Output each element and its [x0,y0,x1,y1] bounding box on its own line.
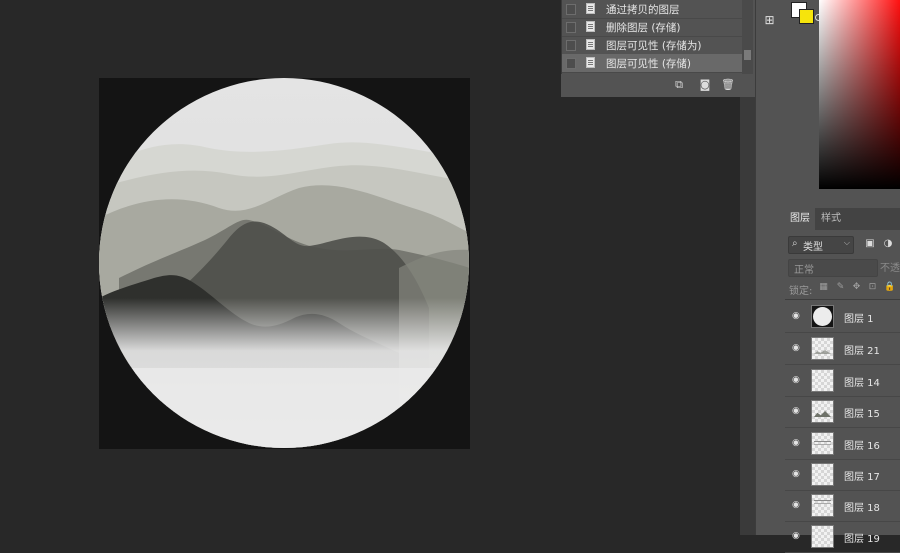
document-canvas[interactable] [99,78,470,449]
layer-name: 图层 1 [844,314,874,325]
history-item-label: 删除图层 (存储) [606,22,681,34]
lock-all-icon[interactable]: 🔒 [884,282,895,293]
layer-name: 图层 17 [844,472,880,483]
layer-row[interactable]: ◉ 图层 1 [785,301,900,333]
document-icon [586,3,595,14]
layer-row[interactable]: ◉ 图层 16 [785,428,900,460]
camera-icon[interactable]: ◙ [698,78,712,92]
color-picker-field[interactable] [819,0,900,189]
scroll-thumb[interactable] [744,50,751,60]
opacity-label: 不透 [880,263,900,274]
layer-thumbnail [811,400,834,423]
history-checkbox[interactable] [566,22,576,33]
tab-layers[interactable]: 图层 [785,208,815,230]
layer-row[interactable]: ◉ 图层 15 [785,396,900,428]
history-footer: ⧉ ◙ 🗑 [561,74,755,97]
eye-icon[interactable]: ◉ [792,500,802,510]
history-checkbox[interactable] [566,40,576,51]
layer-name: 图层 16 [844,441,880,452]
layer-name: 图层 14 [844,378,880,389]
layer-row[interactable]: ◉ 图层 18 [785,490,900,522]
divider [785,299,900,300]
adjustment-filter-icon[interactable]: ◑ [882,238,894,250]
history-item[interactable]: 删除图层 (存储) [562,18,743,37]
layer-thumbnail [811,369,834,392]
eye-icon[interactable]: ◉ [792,375,802,385]
background-color-swatch[interactable] [799,9,814,24]
eye-icon[interactable]: ◉ [792,343,802,353]
image-filter-icon[interactable]: ▣ [864,238,876,250]
history-item-label: 图层可见性 (存储为) [606,40,702,52]
eye-icon[interactable]: ◉ [792,311,802,321]
layer-row[interactable]: ◉ 图层 14 [785,365,900,397]
chevron-down-icon: ⌵ [843,238,850,247]
history-item[interactable]: 图层可见性 (存储为) [562,36,743,55]
tab-styles[interactable]: 样式 [816,208,846,230]
eye-icon[interactable]: ◉ [792,438,802,448]
search-icon: ⌕ [792,238,798,249]
layer-name: 图层 19 [844,534,880,545]
lock-label: 锁定: [789,286,813,297]
lock-brush-icon[interactable]: ✎ [835,282,846,293]
layer-name: 图层 21 [844,346,880,357]
document-icon [586,39,595,50]
layer-name: 图层 18 [844,503,880,514]
layer-thumbnail [811,463,834,486]
lock-transparency-icon[interactable]: ▦ [818,282,829,293]
panel-dock [740,97,756,535]
ink-mountain-artwork [99,78,469,448]
history-scrollbar[interactable] [742,0,753,74]
layer-thumbnail [811,525,834,548]
trash-icon[interactable]: 🗑 [721,78,735,92]
blend-mode-label: 正常 [794,265,814,276]
layers-tabs: 图层 样式 [785,208,900,230]
document-icon [586,21,595,32]
history-item[interactable]: 通过拷贝的图层 [562,0,743,19]
history-checkbox[interactable] [566,58,576,69]
history-item-selected[interactable]: 图层可见性 (存储) [562,54,743,73]
eye-icon[interactable]: ◉ [792,469,802,479]
history-checkbox[interactable] [566,4,576,15]
eye-icon[interactable]: ◉ [792,406,802,416]
new-snapshot-icon[interactable]: ⧉ [672,78,686,92]
layer-row[interactable]: ◉ 图层 21 [785,333,900,365]
lock-position-icon[interactable]: ✥ [851,282,862,293]
panel-icon-strip [755,0,786,535]
document-icon [586,57,595,68]
history-item-label: 图层可见性 (存储) [606,58,692,70]
layer-filter-select[interactable]: ⌕ 类型 ⌵ [788,236,854,254]
filter-label: 类型 [803,242,823,253]
lock-artboard-icon[interactable]: ⊡ [867,282,878,293]
layer-thumbnail [811,494,834,517]
layer-row[interactable]: ◉ 图层 17 [785,459,900,491]
layer-name: 图层 15 [844,409,880,420]
layer-row[interactable]: ◉ 图层 19 [785,521,900,553]
layer-thumbnail [811,305,834,328]
eye-icon[interactable]: ◉ [792,531,802,541]
layer-thumbnail [811,432,834,455]
blend-mode-select[interactable]: 正常 [788,259,878,277]
properties-icon[interactable]: ⊞ [761,13,778,30]
history-item-label: 通过拷贝的图层 [606,4,680,16]
layer-thumbnail [811,337,834,360]
